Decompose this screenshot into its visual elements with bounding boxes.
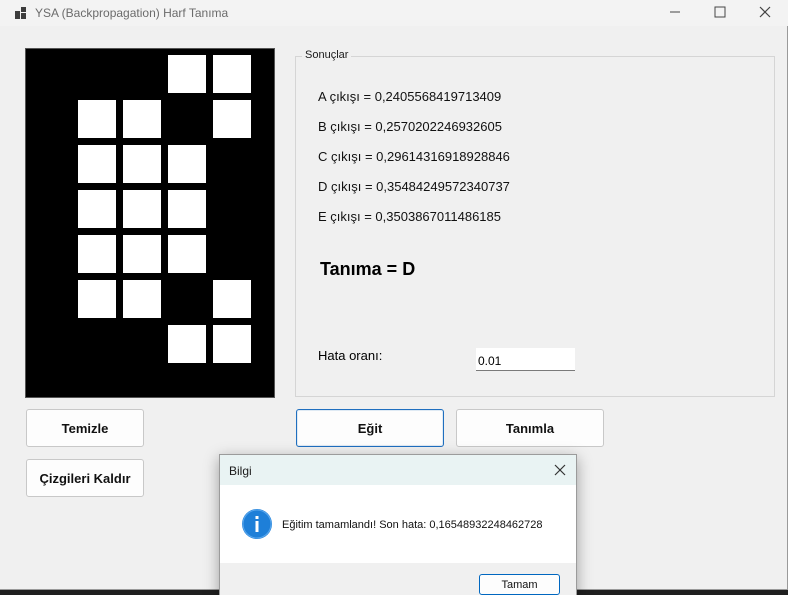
close-button[interactable]	[742, 0, 788, 26]
grid-cell-filled[interactable]	[123, 100, 161, 138]
grid-cell-filled[interactable]	[123, 145, 161, 183]
letter-grid[interactable]	[25, 48, 275, 398]
maximize-button[interactable]	[697, 0, 743, 26]
grid-cell-filled[interactable]	[168, 190, 206, 228]
grid-cell-filled[interactable]	[213, 280, 251, 318]
grid-cell-filled[interactable]	[168, 55, 206, 93]
results-group: Sonuçlar A çıkışı = 0,2405568419713409 B…	[295, 49, 775, 397]
ok-button[interactable]: Tamam	[479, 574, 560, 595]
grid-cell-filled[interactable]	[78, 145, 116, 183]
dialog-message: Eğitim tamamlandı! Son hata: 0,165489322…	[282, 519, 543, 531]
window-title: YSA (Backpropagation) Harf Tanıma	[35, 6, 229, 20]
close-icon	[759, 6, 771, 18]
grid-cell-filled[interactable]	[168, 235, 206, 273]
dialog-footer: Tamam	[220, 563, 576, 595]
output-c: C çıkışı = 0,29614316918928846	[318, 149, 510, 164]
error-rate-label: Hata oranı:	[318, 348, 383, 363]
dialog-close-button[interactable]	[552, 462, 568, 478]
title-bar[interactable]: YSA (Backpropagation) Harf Tanıma	[0, 0, 788, 26]
remove-lines-button[interactable]: Çizgileri Kaldır	[26, 459, 144, 497]
error-rate-input[interactable]	[476, 348, 575, 371]
grid-cell-filled[interactable]	[78, 280, 116, 318]
grid-cell-filled[interactable]	[213, 100, 251, 138]
recognize-button[interactable]: Tanımla	[456, 409, 604, 447]
info-dialog: Bilgi Eğitim tamamlandı! Son hata: 0,165…	[219, 454, 577, 595]
results-legend: Sonuçlar	[302, 49, 352, 61]
train-button[interactable]: Eğit	[296, 409, 444, 447]
maximize-icon	[714, 6, 726, 18]
grid-cell-filled[interactable]	[168, 325, 206, 363]
grid-cell-filled[interactable]	[78, 190, 116, 228]
app-icon	[15, 7, 27, 19]
output-a: A çıkışı = 0,2405568419713409	[318, 89, 502, 104]
grid-cell-filled[interactable]	[123, 190, 161, 228]
close-icon	[554, 464, 566, 476]
grid-cell-filled[interactable]	[78, 100, 116, 138]
recognition-result: Tanıma = D	[320, 259, 416, 279]
grid-cell-filled[interactable]	[213, 325, 251, 363]
grid-cell-filled[interactable]	[123, 235, 161, 273]
grid-cell-filled[interactable]	[78, 235, 116, 273]
dialog-title-bar[interactable]: Bilgi	[220, 455, 576, 485]
output-d: D çıkışı = 0,35484249572340737	[318, 179, 510, 194]
grid-cell-filled[interactable]	[123, 280, 161, 318]
minimize-button[interactable]	[652, 0, 698, 26]
clear-button[interactable]: Temizle	[26, 409, 144, 447]
output-e: E çıkışı = 0,3503867011486185	[318, 209, 501, 224]
minimize-icon	[670, 11, 680, 13]
info-icon	[241, 508, 273, 540]
output-b: B çıkışı = 0,2570202246932605	[318, 119, 502, 134]
grid-cell-filled[interactable]	[213, 55, 251, 93]
grid-cell-filled[interactable]	[168, 145, 206, 183]
dialog-title: Bilgi	[229, 464, 252, 478]
